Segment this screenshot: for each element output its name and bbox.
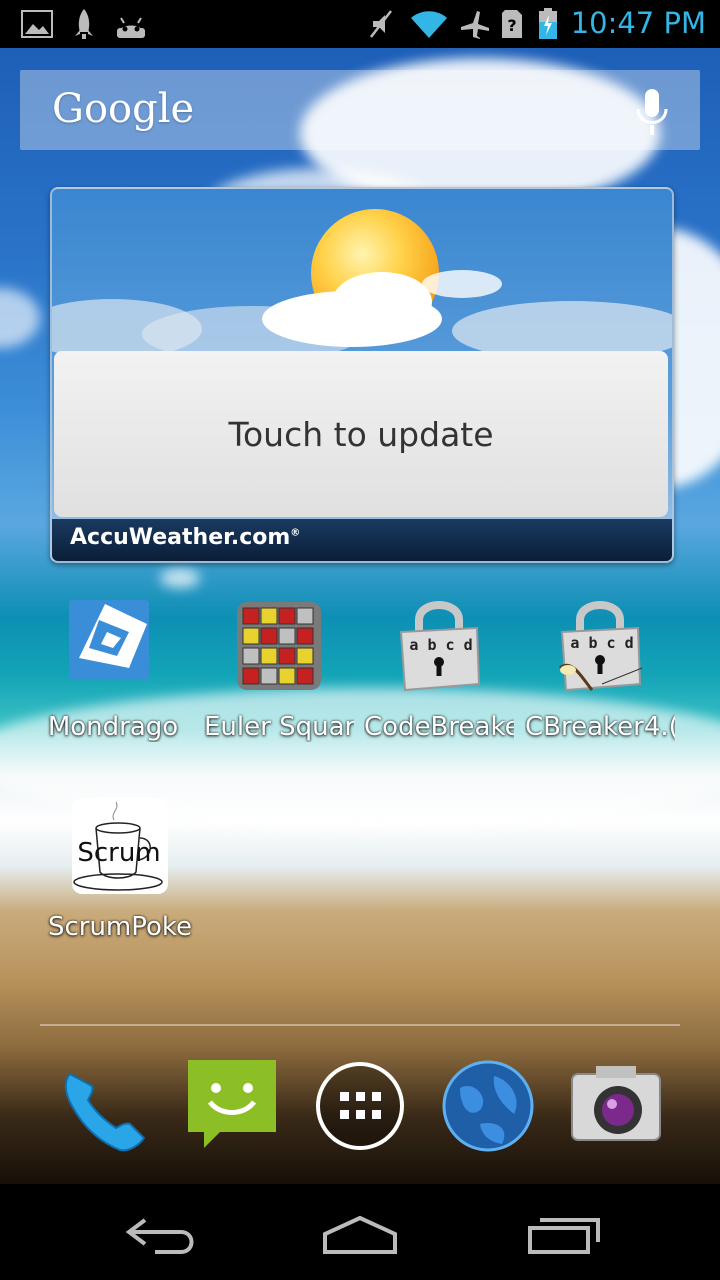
cbreaker-vanilla-icon[interactable]: a b c d	[552, 598, 648, 694]
svg-text:a b c d: a b c d	[409, 636, 472, 654]
app-drawer-icon[interactable]	[312, 1058, 408, 1154]
app-label: CodeBreake	[364, 712, 514, 742]
airplane-mode-icon	[458, 8, 492, 40]
app-cbreaker[interactable]: a b c d CBreaker4.(	[520, 598, 680, 742]
mondrago-icon[interactable]	[65, 598, 161, 694]
camera-icon[interactable]	[568, 1058, 664, 1154]
wifi-icon	[408, 8, 450, 40]
messaging-icon[interactable]	[184, 1058, 280, 1154]
weather-widget[interactable]: Touch to update AccuWeather.com®	[50, 187, 674, 563]
rocket-icon	[70, 8, 98, 40]
navigation-bar	[0, 1184, 720, 1280]
cloud-icon	[262, 270, 502, 347]
svg-text:?: ?	[507, 16, 516, 35]
svg-text:Scrum: Scrum	[77, 838, 160, 868]
scrum-cup-icon[interactable]: Scrum	[72, 798, 168, 894]
microphone-icon[interactable]	[634, 87, 670, 137]
sim-unknown-icon: ?	[500, 8, 524, 40]
accuweather-logo: AccuWeather.com®	[70, 525, 301, 550]
app-scrumpoke[interactable]: Scrum ScrumPoke	[40, 798, 200, 942]
battery-charging-icon	[536, 8, 560, 40]
app-euler-square[interactable]: Euler Squar	[199, 598, 359, 742]
dock-divider	[40, 1024, 680, 1026]
muted-icon	[366, 8, 396, 40]
codebreaker-lock-icon[interactable]: a b c d	[391, 598, 487, 694]
app-label: Mondrago	[47, 712, 179, 742]
phone-icon[interactable]	[56, 1058, 152, 1154]
gallery-icon	[20, 8, 54, 40]
browser-globe-icon[interactable]	[440, 1058, 536, 1154]
touch-to-update-button[interactable]: Touch to update	[54, 351, 668, 517]
euler-square-icon[interactable]	[231, 598, 327, 694]
google-search-bar[interactable]: Google	[20, 70, 700, 150]
app-label: ScrumPoke	[47, 912, 193, 942]
recents-icon[interactable]	[518, 1204, 608, 1260]
home-icon[interactable]	[315, 1204, 405, 1260]
app-label: CBreaker4.(	[525, 712, 675, 742]
app-label: Euler Squar	[204, 712, 354, 742]
accuweather-footer: AccuWeather.com®	[52, 519, 672, 561]
back-icon[interactable]	[115, 1204, 205, 1260]
status-bar: ? 10:47 PM	[0, 0, 720, 48]
svg-text:a b c d: a b c d	[570, 634, 633, 652]
android-icon	[112, 8, 150, 40]
status-time: 10:47 PM	[570, 6, 706, 40]
app-codebreaker[interactable]: a b c d CodeBreake	[359, 598, 519, 742]
google-logo[interactable]: Google	[52, 86, 194, 132]
app-mondrago[interactable]: Mondrago	[33, 598, 193, 742]
